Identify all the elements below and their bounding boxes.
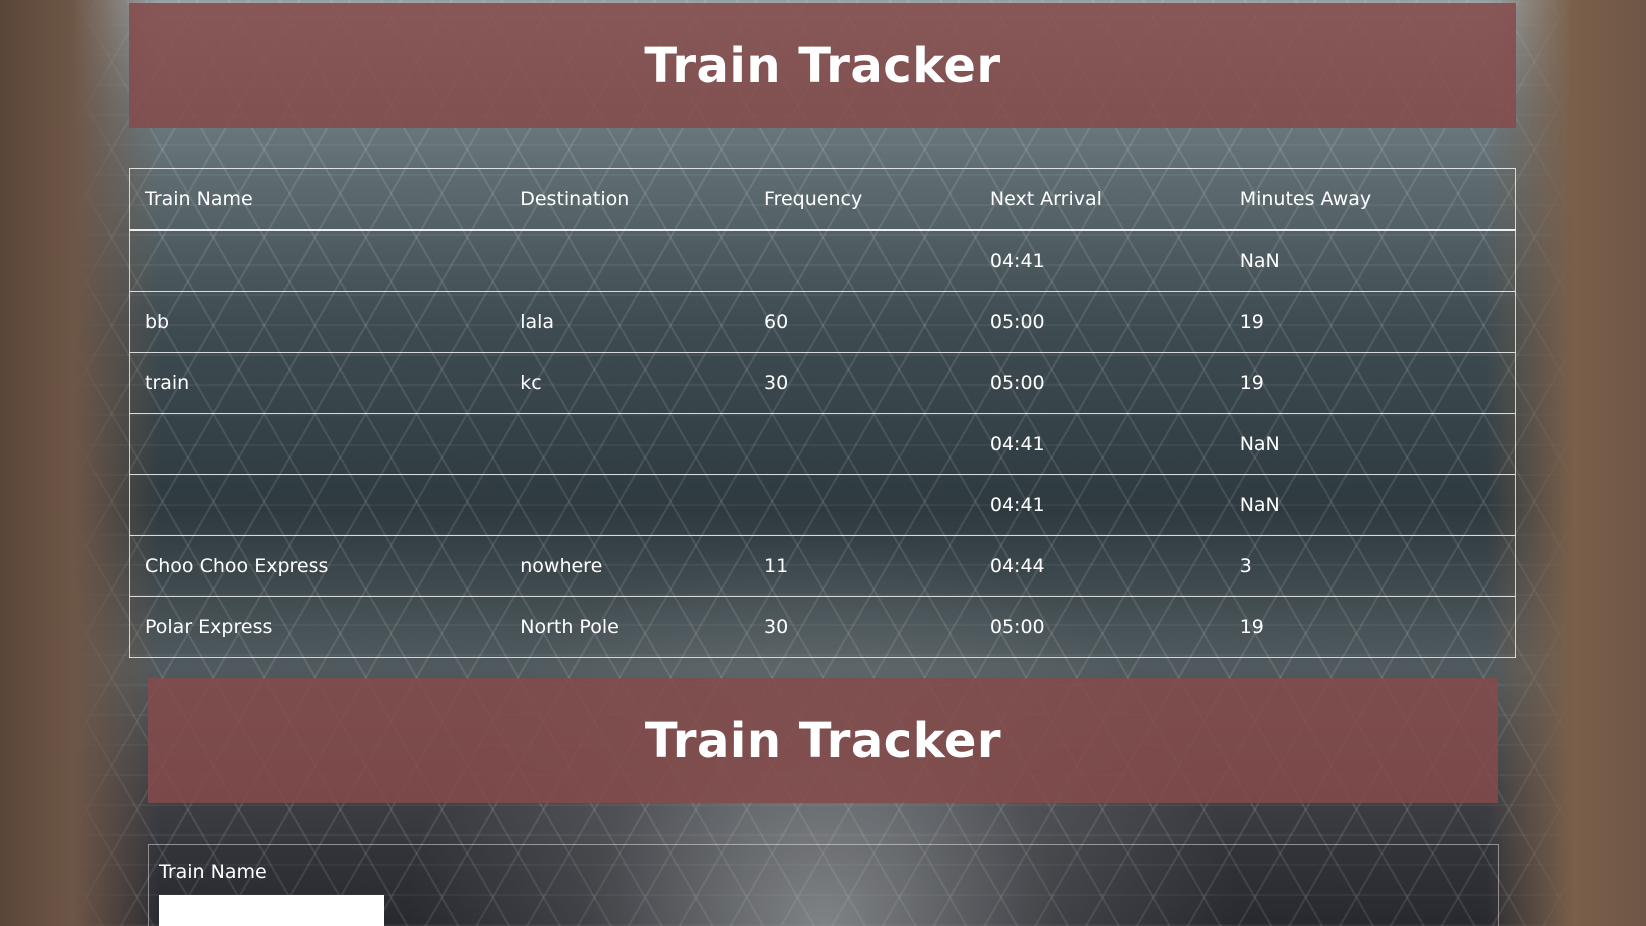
table-row: 04:41 NaN <box>129 474 1516 536</box>
cell-destination <box>505 413 750 475</box>
table-row: train kc 30 05:00 19 <box>129 352 1516 414</box>
cell-frequency <box>749 229 975 292</box>
cell-train-name <box>129 413 506 475</box>
cell-frequency: 30 <box>749 352 975 414</box>
train-schedule-table: Train Name Destination Frequency Next Ar… <box>129 168 1516 658</box>
cell-next-arrival: 04:41 <box>974 229 1225 292</box>
cell-minutes-away: 3 <box>1224 535 1516 597</box>
form-section-header: Train Tracker <box>148 678 1498 803</box>
column-header-train-name: Train Name <box>129 168 506 231</box>
cell-destination: nowhere <box>505 535 750 597</box>
column-header-next-arrival: Next Arrival <box>974 168 1225 231</box>
cell-destination <box>505 229 750 292</box>
table-row: bb lala 60 05:00 19 <box>129 291 1516 353</box>
cell-minutes-away: NaN <box>1224 229 1516 292</box>
train-name-label: Train Name <box>159 861 267 883</box>
cell-destination: North Pole <box>505 596 750 658</box>
cell-minutes-away: NaN <box>1224 413 1516 475</box>
cell-train-name: train <box>129 352 506 414</box>
cell-next-arrival: 05:00 <box>974 291 1225 353</box>
cell-frequency: 30 <box>749 596 975 658</box>
cell-frequency: 60 <box>749 291 975 353</box>
cell-next-arrival: 05:00 <box>974 596 1225 658</box>
column-header-frequency: Frequency <box>749 168 975 231</box>
table-row: Polar Express North Pole 30 05:00 19 <box>129 596 1516 658</box>
page-header: Train Tracker <box>129 3 1516 128</box>
page-title: Train Tracker <box>644 37 1001 94</box>
column-header-minutes-away: Minutes Away <box>1224 168 1516 231</box>
cell-minutes-away: NaN <box>1224 474 1516 536</box>
cell-next-arrival: 04:44 <box>974 535 1225 597</box>
cell-next-arrival: 04:41 <box>974 474 1225 536</box>
cell-frequency <box>749 413 975 475</box>
column-header-destination: Destination <box>505 168 750 231</box>
train-name-input[interactable] <box>159 895 384 926</box>
cell-frequency: 11 <box>749 535 975 597</box>
table-header-row: Train Name Destination Frequency Next Ar… <box>129 168 1516 231</box>
cell-destination: lala <box>505 291 750 353</box>
cell-minutes-away: 19 <box>1224 596 1516 658</box>
cell-frequency <box>749 474 975 536</box>
cell-minutes-away: 19 <box>1224 352 1516 414</box>
table-row: Choo Choo Express nowhere 11 04:44 3 <box>129 535 1516 597</box>
cell-destination <box>505 474 750 536</box>
table-row: 04:41 NaN <box>129 413 1516 475</box>
cell-train-name: Choo Choo Express <box>129 535 506 597</box>
cell-train-name: Polar Express <box>129 596 506 658</box>
form-section-title: Train Tracker <box>644 712 1002 769</box>
cell-next-arrival: 05:00 <box>974 352 1225 414</box>
cell-train-name: bb <box>129 291 506 353</box>
cell-destination: kc <box>505 352 750 414</box>
cell-train-name <box>129 474 506 536</box>
cell-next-arrival: 04:41 <box>974 413 1225 475</box>
table-row: 04:41 NaN <box>129 229 1516 292</box>
add-train-form: Train Name <box>148 844 1499 926</box>
cell-train-name <box>129 229 506 292</box>
cell-minutes-away: 19 <box>1224 291 1516 353</box>
